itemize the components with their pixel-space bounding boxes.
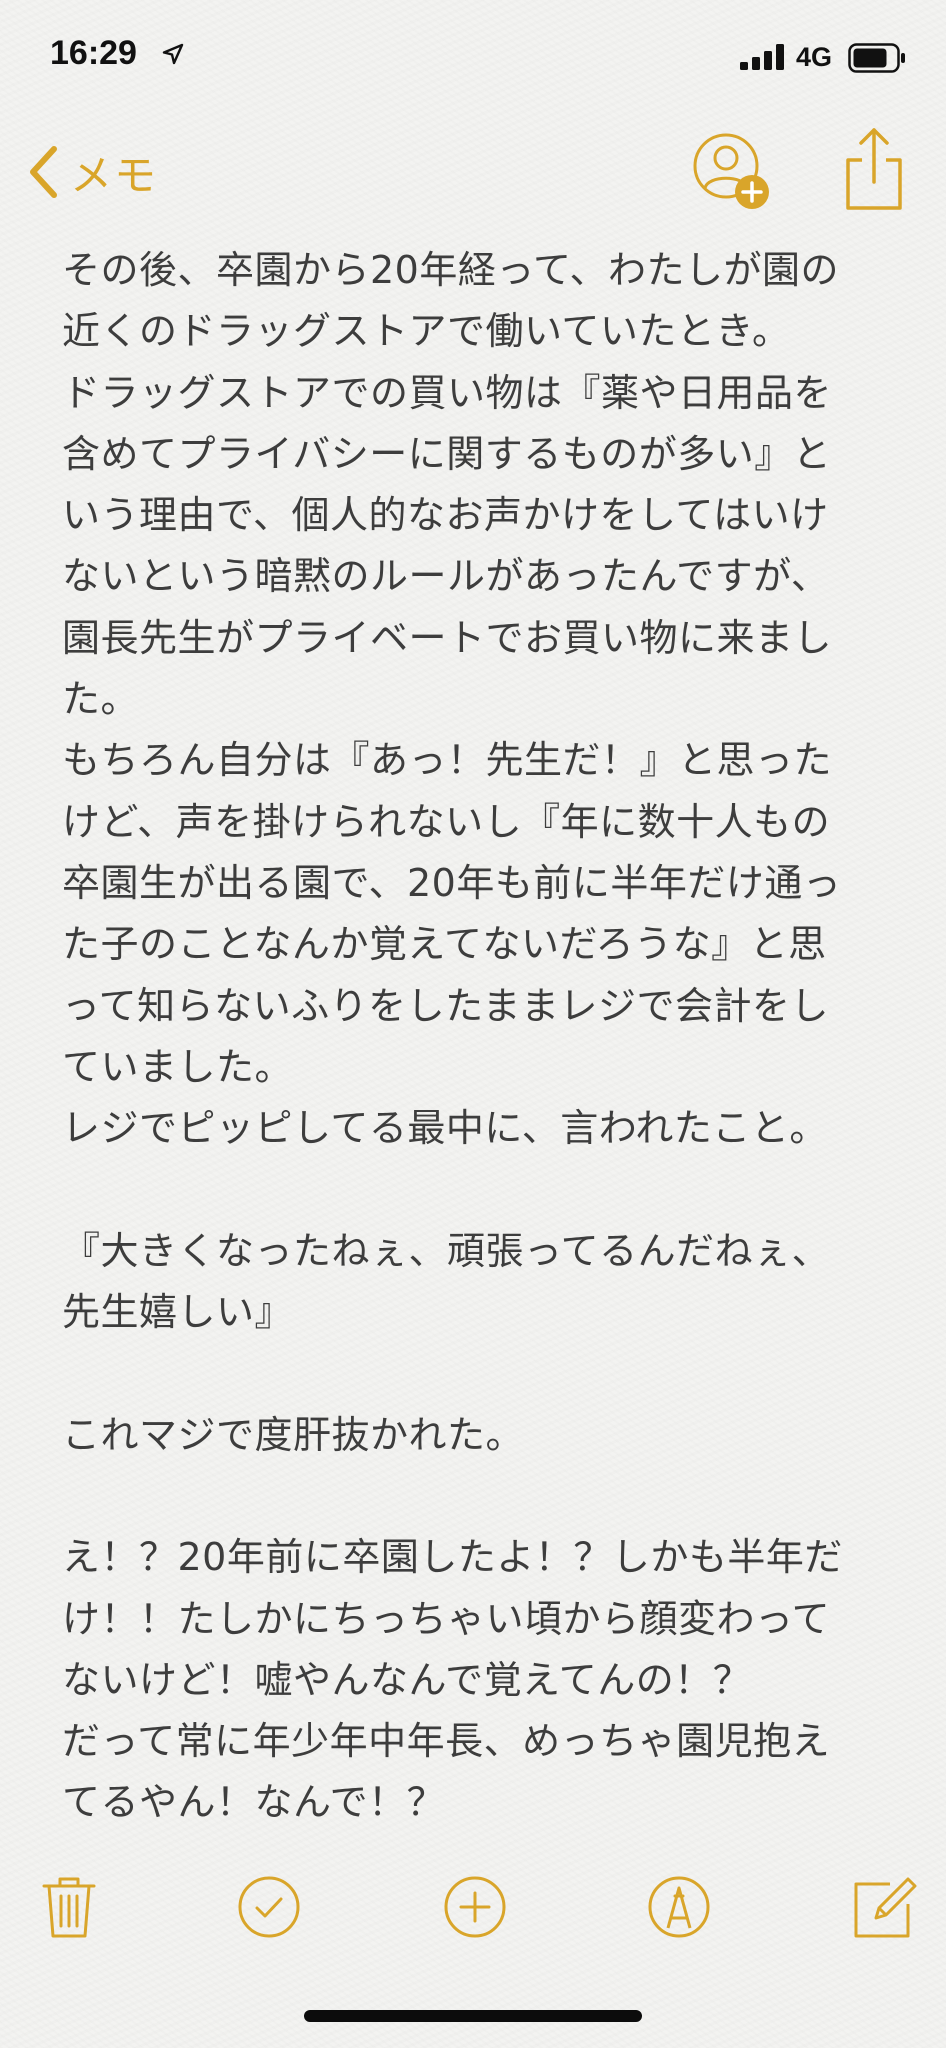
note-text-line: レジでピッピしてる最中に、言われたこと。 <box>62 1106 828 1151</box>
home-indicator <box>304 2010 642 2022</box>
note-blank-line <box>62 1159 892 1220</box>
battery-icon <box>848 43 905 73</box>
note-text-line: もちろん自分は『あっ！先生だ！』と思った <box>62 738 833 783</box>
back-label: メモ <box>70 150 159 200</box>
note-text-line: けど、声を掛けられないし『年に数十人もの <box>62 799 831 844</box>
network-type-label: 4G <box>796 42 833 72</box>
chevron-left-icon <box>30 146 57 198</box>
add-person-icon[interactable] <box>688 128 776 216</box>
note-text-line: これマジで度肝抜かれた。 <box>62 1412 525 1457</box>
note-text-line: ないという暗黙のルールがあったんですが、 <box>62 554 830 599</box>
note-text-line: け！！たしかにちっちゃい頃から顔変わって <box>62 1596 831 1641</box>
note-blank-line <box>62 1343 892 1404</box>
share-icon[interactable] <box>842 126 906 212</box>
note-text-line: 『大きくなったねぇ、頑張ってるんだねぇ、 <box>62 1228 831 1273</box>
navigation-bar: メモ <box>0 110 946 230</box>
note-text-line: 近くのドラッグストアで働いていたとき。 <box>62 309 791 354</box>
add-icon[interactable] <box>442 1874 508 1940</box>
note-text-line: いう理由で、個人的なお声かけをしてはいけ <box>62 493 829 538</box>
trash-icon[interactable] <box>36 1874 102 1940</box>
note-text-line: だって常に年少年中年長、めっちゃ園児抱え <box>62 1719 831 1764</box>
note-text-line: ないけど！嘘やんなんで覚えてんの！？ <box>62 1657 752 1702</box>
note-text-line: って知らないふりをしたままレジで会計をし <box>62 983 829 1028</box>
note-text-line: 卒園生が出る園で、20年も前に半年だけ通っ <box>62 860 842 905</box>
bottom-toolbar <box>0 1860 946 1950</box>
note-blank-line <box>62 1466 892 1527</box>
back-button[interactable]: メモ <box>26 140 158 204</box>
checklist-icon[interactable] <box>236 1874 302 1940</box>
note-text-line: 園長先生がプライベートでお買い物に来まし <box>62 615 833 660</box>
note-text-line: てるやん！なんで！？ <box>62 1780 446 1825</box>
note-text-line: ていました。 <box>62 1044 294 1089</box>
note-text-line: その後、卒園から20年経って、わたしが園の <box>62 248 840 292</box>
note-text-line: た子のことなんか覚えてないだろうな』と思 <box>62 922 827 967</box>
compose-icon[interactable] <box>852 1874 918 1940</box>
note-text-line: 先生嬉しい』 <box>62 1290 294 1335</box>
note-text-line: 含めてプライバシーに関するものが多い』と <box>62 431 832 476</box>
note-body[interactable]: その後、卒園から20年経って、わたしが園の 近くのドラッグストアで働いていたとき。… <box>62 240 892 1834</box>
status-time: 16:29 <box>50 34 137 72</box>
note-text-line: ドラッグストアでの買い物は『薬や日用品を <box>62 370 833 415</box>
markup-pen-icon[interactable] <box>646 1874 712 1940</box>
note-text-line: え！？20年前に卒園したよ！？しかも半年だ <box>62 1535 843 1580</box>
note-text-line: た。 <box>62 677 140 722</box>
cellular-signal-icon <box>740 44 784 70</box>
status-bar: 16:29 4G <box>0 0 946 100</box>
location-arrow-icon <box>162 43 184 65</box>
